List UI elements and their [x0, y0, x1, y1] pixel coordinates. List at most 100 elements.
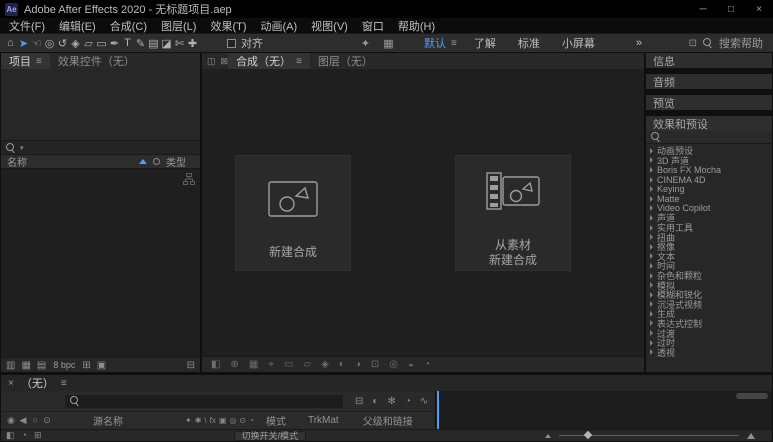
- menu-item[interactable]: 图层(L): [154, 18, 203, 34]
- workspace-overflow-icon[interactable]: »: [606, 37, 642, 49]
- hand-tool-icon[interactable]: ☜: [30, 37, 43, 50]
- label-color-icon[interactable]: [153, 158, 160, 165]
- grid-and-guides-icon[interactable]: ▦: [249, 359, 258, 370]
- zoom-out-icon[interactable]: [545, 434, 551, 438]
- workspace-tab[interactable]: 了解: [463, 35, 507, 51]
- effects-search[interactable]: [646, 131, 772, 144]
- tab-project[interactable]: 项目 ≡: [1, 53, 50, 69]
- chevron-right-icon[interactable]: [650, 282, 653, 288]
- eraser-tool-icon[interactable]: ◪: [160, 37, 173, 50]
- layer-switch-icon[interactable]: ✦: [185, 416, 192, 425]
- layer-switch-icon[interactable]: fx: [210, 416, 216, 425]
- new-composition-icon[interactable]: ▣: [97, 360, 106, 371]
- type-tool-icon[interactable]: T: [121, 37, 134, 49]
- snap-toggle[interactable]: 对齐: [227, 35, 263, 51]
- selection-tool-icon[interactable]: ➤: [17, 37, 30, 50]
- chevron-right-icon[interactable]: [650, 196, 653, 202]
- effects-panel-header[interactable]: 效果和预设: [646, 116, 772, 131]
- chevron-right-icon[interactable]: [650, 311, 653, 317]
- panel-box-icon[interactable]: ⊡: [689, 38, 697, 49]
- chevron-right-icon[interactable]: [650, 263, 653, 269]
- chevron-right-icon[interactable]: [650, 205, 653, 211]
- show-channel-icon[interactable]: ◒: [408, 359, 414, 370]
- parent-link-column-label[interactable]: 父级和链接: [363, 413, 413, 428]
- expand-transfer-controls-icon[interactable]: ◔: [22, 430, 27, 441]
- solo-icon[interactable]: ○: [29, 415, 41, 426]
- list-view-icon[interactable]: ▤: [37, 360, 46, 371]
- mask-path-visibility-icon[interactable]: ✦: [359, 37, 372, 50]
- layer-switch-icon[interactable]: ✱: [195, 416, 202, 425]
- new-composition-button[interactable]: 新建合成: [235, 155, 351, 271]
- menu-item[interactable]: 窗口: [355, 18, 391, 34]
- expand-in-out-icon[interactable]: ⊞: [34, 430, 42, 441]
- project-column-header[interactable]: 名称 类型: [1, 155, 200, 169]
- lock-icon[interactable]: ⊙: [41, 415, 53, 426]
- menu-item[interactable]: 文件(F): [2, 18, 52, 34]
- frame-blending-icon[interactable]: ◔: [405, 396, 411, 407]
- panel-menu-icon[interactable]: ≡: [61, 378, 67, 389]
- rotation-tool-icon[interactable]: ↺: [56, 37, 69, 50]
- layer-switch-icon[interactable]: ▣: [219, 416, 227, 425]
- tab-effect-controls[interactable]: 效果控件（无）: [50, 53, 143, 69]
- mode-column-label[interactable]: 模式: [266, 413, 286, 428]
- new-composition-from-footage-button[interactable]: 从素材 新建合成: [455, 155, 571, 271]
- camera-tool-icon[interactable]: ◈: [69, 37, 82, 50]
- trash-icon[interactable]: ⊟: [187, 360, 195, 371]
- composition-mini-flowchart-icon[interactable]: ⊟: [355, 396, 363, 407]
- panel-menu-icon[interactable]: ≡: [296, 56, 302, 67]
- minimize-button[interactable]: ─: [689, 4, 717, 15]
- resolution-menu-icon[interactable]: ◑: [355, 359, 361, 370]
- side-panel-header[interactable]: 音频: [646, 74, 772, 89]
- effect-category-item[interactable]: Keying: [646, 184, 772, 194]
- chevron-right-icon[interactable]: [650, 167, 653, 173]
- clone-stamp-tool-icon[interactable]: ▤: [147, 37, 160, 50]
- timeline-search-input[interactable]: [65, 395, 343, 408]
- zoom-in-icon[interactable]: [747, 433, 755, 439]
- chevron-right-icon[interactable]: [650, 225, 653, 231]
- viewer-lock-icon[interactable]: ⊠: [221, 56, 229, 67]
- help-search[interactable]: ⊡ 搜索帮助: [689, 35, 769, 51]
- layer-switch-icon[interactable]: ⊙: [239, 416, 246, 425]
- effect-category-item[interactable]: 透视: [646, 347, 772, 357]
- effect-category-item[interactable]: CINEMA 4D: [646, 175, 772, 185]
- side-panel-header[interactable]: 信息: [646, 53, 772, 68]
- chevron-right-icon[interactable]: [650, 340, 653, 346]
- chevron-right-icon[interactable]: [650, 186, 653, 192]
- chevron-right-icon[interactable]: [650, 157, 653, 163]
- chevron-right-icon[interactable]: [650, 320, 653, 326]
- tab-composition[interactable]: 合成（无） ≡: [228, 53, 310, 69]
- chevron-right-icon[interactable]: [650, 177, 653, 183]
- chevron-right-icon[interactable]: [650, 215, 653, 221]
- chevron-right-icon[interactable]: [650, 148, 653, 154]
- source-name-column-label[interactable]: 源名称: [93, 413, 123, 428]
- effect-category-item[interactable]: Matte: [646, 194, 772, 204]
- layer-switch-icon[interactable]: ◔: [249, 416, 254, 425]
- chevron-right-icon[interactable]: [650, 273, 653, 279]
- new-folder-icon[interactable]: ⊞: [82, 360, 90, 371]
- menu-item[interactable]: 动画(A): [254, 18, 305, 34]
- draft-3d-icon[interactable]: ◐: [372, 396, 378, 407]
- mask-visibility-icon[interactable]: ⌖: [268, 359, 274, 370]
- zoom-tool-icon[interactable]: ◎: [43, 37, 56, 50]
- layer-switch-icon[interactable]: ◎: [229, 416, 236, 425]
- chevron-right-icon[interactable]: [650, 301, 653, 307]
- exposure-icon[interactable]: ◔: [424, 359, 430, 370]
- workspace-tab-default[interactable]: 默认: [413, 35, 451, 51]
- side-panel-header[interactable]: 预览: [646, 95, 772, 110]
- expand-layer-switches-icon[interactable]: ◧: [6, 430, 15, 441]
- project-search[interactable]: ▾: [1, 141, 200, 155]
- snapshot-icon[interactable]: ◎: [389, 359, 398, 370]
- fast-previews-icon[interactable]: ⊡: [371, 359, 379, 370]
- menu-item[interactable]: 视图(V): [304, 18, 355, 34]
- close-button[interactable]: ×: [745, 4, 773, 15]
- home-icon[interactable]: ⌂: [4, 37, 17, 49]
- graph-editor-icon[interactable]: ∿: [420, 396, 428, 407]
- view-layout-icon[interactable]: ◐: [339, 359, 345, 370]
- horizontal-scrollbar[interactable]: [736, 393, 768, 399]
- viewer-panel-icon[interactable]: ◫: [207, 56, 216, 67]
- pan-behind-tool-icon[interactable]: ▱: [82, 37, 95, 50]
- chevron-right-icon[interactable]: [650, 234, 653, 240]
- workspace-menu-icon[interactable]: ≡: [451, 38, 463, 49]
- interpret-footage-icon[interactable]: ▥: [6, 360, 15, 371]
- zoom-slider-handle[interactable]: [584, 431, 592, 439]
